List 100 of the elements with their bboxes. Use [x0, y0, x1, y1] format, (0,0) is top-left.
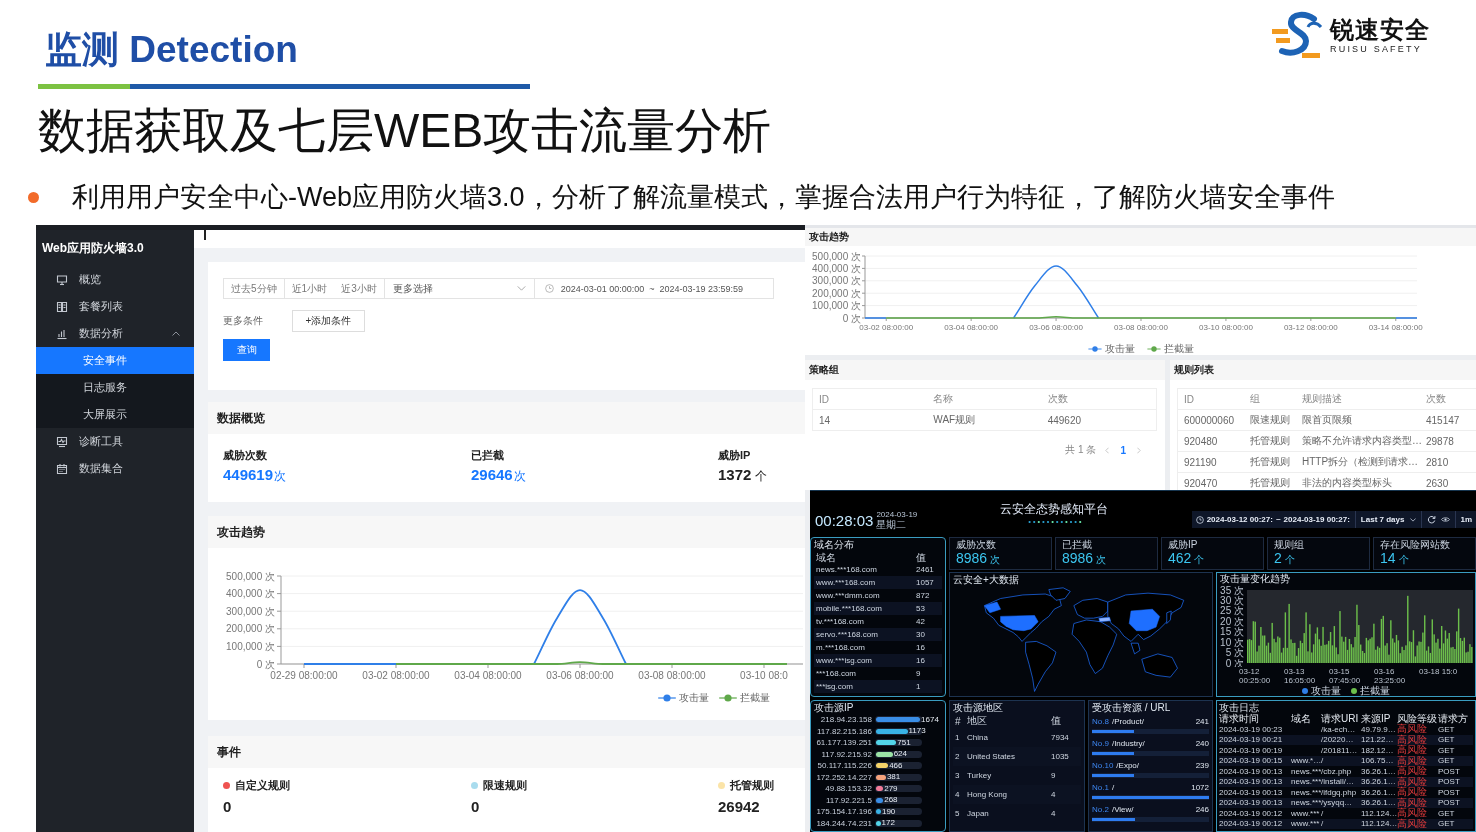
refresh-icon[interactable]: [1427, 515, 1437, 524]
stat-label: 威胁次数: [223, 448, 268, 462]
preset-select[interactable]: Last 7 days: [1354, 511, 1423, 528]
ip-address: 172.252.14.227: [815, 772, 872, 782]
column-header: 域名: [816, 551, 837, 565]
legend-item[interactable]: 拦截量: [1146, 341, 1194, 356]
axis-label: 03-10 08:0: [740, 670, 788, 681]
legend-item[interactable]: 攻击量: [1302, 685, 1341, 696]
risk-level: 高风险: [1397, 797, 1428, 808]
field-label: 更多条件: [223, 314, 264, 328]
pagination-total: 共 1 条: [1065, 443, 1097, 457]
axis-label: 300,000 次: [812, 275, 861, 287]
axis-label: 200,000 次: [812, 287, 861, 299]
column-header: 地区: [967, 714, 988, 728]
axis-label: 03-02 08:00:00: [859, 323, 914, 332]
table-cell-text: 2630: [1425, 477, 1450, 489]
table-cell: 112.124…: [1361, 808, 1397, 818]
column-header: 请求时间: [1219, 713, 1260, 724]
submenu-item[interactable]: 安全事件: [36, 347, 194, 374]
axis-label: 03-12 00:25:00: [1239, 667, 1272, 685]
axis-label: 0 次: [256, 658, 275, 670]
axis-label: 200,000 次: [226, 623, 275, 635]
legend-item[interactable]: 攻击量: [1087, 341, 1135, 356]
stat-value: 462 个: [1168, 550, 1206, 568]
page-button[interactable]: 1: [1118, 444, 1128, 456]
table-cell-text: www.***168.com: [816, 578, 877, 587]
table-cell-text: 121.22…: [1361, 735, 1395, 745]
table-cell-text: 9: [1051, 771, 1057, 780]
table-cell: 36.26.1…: [1361, 798, 1397, 808]
column-header: 名称: [932, 392, 955, 406]
bar-value: 1674: [921, 715, 939, 724]
panel-title: 攻击源IP: [814, 702, 855, 714]
table-cell-text: /cbz.php: [1321, 766, 1353, 776]
table-cell-text: www.***dmm.com: [816, 591, 881, 600]
ip-address: 117.92.215.92: [820, 749, 872, 759]
date-range-field[interactable]: 2024-03-12 00:27: ~ 2024-03-19 00:27:: [1195, 515, 1350, 524]
table-cell-text: 2024-03-19 00:21: [1219, 735, 1284, 745]
more-select-dropdown[interactable]: 更多选择: [384, 279, 535, 298]
axis-label: 03-18 15:0: [1419, 667, 1459, 678]
risk-level: 高风险: [1397, 808, 1428, 819]
url-path: /: [1111, 782, 1115, 792]
stat-label: 规则组: [1274, 539, 1305, 550]
logo-tagline: RUISU SAFETY: [1330, 43, 1423, 55]
date-range-field[interactable]: 2024-03-01 00:00:00 ~ 2024-03-19 23:59:59: [534, 279, 773, 298]
add-condition-button[interactable]: +添加条件: [292, 310, 365, 332]
menu-item[interactable]: 数据集合: [36, 455, 194, 482]
legend-item[interactable]: 拦截量: [1351, 685, 1390, 696]
table-cell-text: 托管规则: [1249, 434, 1291, 448]
table-cell-text: 16: [916, 656, 926, 665]
table-cell-text: 5: [955, 809, 961, 818]
bar-value: 172: [881, 819, 895, 828]
legend-item[interactable]: 拦截量: [719, 691, 770, 705]
column-header: 域名: [1291, 713, 1312, 724]
axis-label: 5 次: [1225, 647, 1244, 659]
table-cell-text: 9: [916, 669, 922, 678]
table-cell: www.***: [1291, 808, 1321, 818]
table-cell-text: 42: [916, 617, 926, 626]
legend-marker-icon: [658, 694, 676, 702]
query-button[interactable]: 查询: [223, 339, 270, 361]
menu-item[interactable]: 诊断工具: [36, 428, 194, 455]
submenu-item[interactable]: 日志服务: [36, 374, 194, 401]
legend-marker-icon: [719, 694, 737, 702]
legend-marker-icon: [1146, 345, 1161, 352]
menu-item[interactable]: 概览: [36, 266, 194, 293]
column-header: 来源IP: [1361, 713, 1392, 724]
bullet-text: 利用用户安全中心-Web应用防火墙3.0，分析了解流量模式，掌握合法用户行为特征，了解防火墙安全事件: [72, 181, 1335, 214]
table-cell-text: 1057: [916, 578, 935, 587]
table-cell-text: servo.***168.com: [816, 630, 879, 639]
table-cell-text: 4: [1051, 790, 1057, 799]
axis-label: 02-29 08:00:00: [270, 670, 338, 681]
table-cell-text: 2024-03-19 00:13: [1219, 766, 1284, 776]
clock-icon: [1195, 515, 1204, 524]
column-header: ID: [1183, 393, 1195, 405]
table-cell-text: /install/…: [1321, 777, 1355, 787]
logo-name: 锐速安全: [1330, 15, 1430, 44]
table-cell-text: mobile.***168.com: [816, 604, 883, 613]
table-cell-text: POST: [1438, 798, 1461, 808]
submenu-item[interactable]: 大屏展示: [36, 401, 194, 428]
table-cell-text: 非法的内容类型标头: [1301, 476, 1393, 490]
table-cell-text: /: [1321, 819, 1325, 829]
column-header: 风险等级: [1397, 713, 1438, 724]
table-cell-text: 1035: [1051, 752, 1070, 761]
eye-icon[interactable]: [1441, 515, 1451, 524]
column-header: 值: [916, 551, 927, 565]
bar-value: 190: [881, 807, 896, 816]
table-cell-text: HTTP拆分（检测到请求…: [1301, 455, 1420, 469]
interval-select[interactable]: 1m: [1455, 511, 1472, 528]
menu-item[interactable]: 套餐列表: [36, 293, 194, 320]
table-cell-text: Hong Kong: [967, 790, 1009, 799]
table-cell-text: 限速规则: [1249, 413, 1291, 427]
axis-label: 25 次: [1220, 605, 1244, 617]
table-cell: news.***: [1291, 777, 1321, 787]
clock-date: 2024-03-19: [876, 509, 918, 519]
menu-item[interactable]: 数据分析: [36, 320, 194, 347]
table-cell-text: /201811…: [1321, 745, 1359, 755]
panel-title: 受攻击资源 / URL: [1092, 702, 1172, 714]
axis-label: 400,000 次: [226, 588, 275, 600]
table-cell: www.*…: [1291, 756, 1321, 766]
legend-item[interactable]: 攻击量: [658, 691, 709, 705]
table-cell: 36.26.1…: [1361, 766, 1397, 776]
